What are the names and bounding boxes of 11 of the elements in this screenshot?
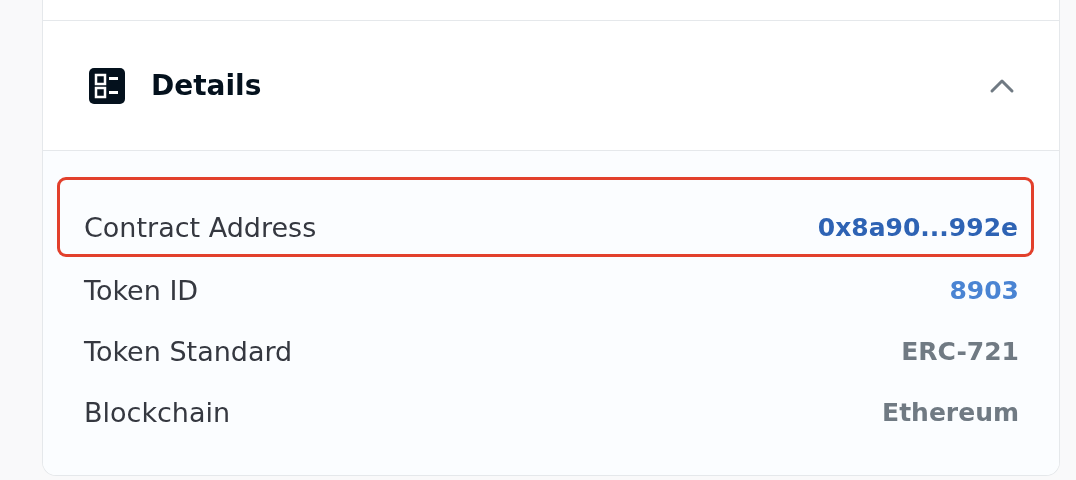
detail-value: Ethereum [882, 398, 1019, 427]
detail-label: Contract Address [84, 211, 317, 245]
chevron-icon [989, 77, 1015, 94]
panel-title: Details [151, 69, 263, 102]
detail-label: Token Standard [84, 336, 293, 367]
detail-label: Token ID [84, 275, 199, 306]
detail-label: Blockchain [84, 397, 231, 428]
detail-value: ERC-721 [901, 337, 1019, 366]
details-icon [89, 67, 125, 104]
detail-link[interactable]: 0x8a90...992e [817, 210, 1018, 246]
detail-link[interactable]: 8903 [949, 276, 1019, 305]
